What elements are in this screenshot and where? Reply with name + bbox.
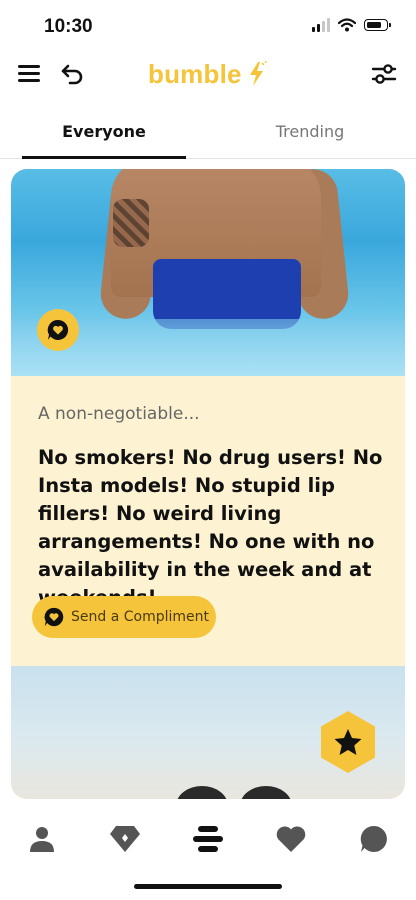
bottom-nav (0, 812, 416, 864)
status-icons (312, 18, 391, 32)
battery-icon (364, 19, 391, 31)
undo-icon[interactable] (60, 62, 86, 86)
status-time: 10:30 (44, 16, 93, 37)
menu-icon[interactable] (18, 63, 42, 85)
prompt-answer: No smokers! No drug users! No Insta mode… (38, 446, 383, 609)
send-compliment-button[interactable]: Send a Compliment (32, 596, 216, 638)
send-compliment-label: Send a Compliment (71, 609, 209, 625)
tab-trending[interactable]: Trending (228, 112, 392, 158)
nav-feed[interactable] (191, 822, 225, 856)
wifi-icon (338, 18, 356, 32)
profile-photo-2[interactable] (11, 666, 405, 799)
feed-icon (193, 826, 223, 852)
bolt-icon (249, 61, 267, 86)
compliment-icon (44, 607, 64, 627)
profile-photo[interactable] (11, 169, 405, 376)
nav-premium[interactable] (108, 822, 142, 856)
profile-icon (30, 827, 54, 852)
nav-chats[interactable] (357, 822, 391, 856)
superswipe-button[interactable] (317, 709, 379, 775)
prompt-section: A non-negotiable... No smokers! No drug … (11, 376, 405, 666)
compliment-badge[interactable] (37, 309, 79, 351)
logo-text: bumble (148, 58, 242, 89)
home-indicator (134, 884, 282, 889)
feed-tabs: Everyone Trending (0, 112, 416, 159)
tab-everyone[interactable]: Everyone (22, 112, 186, 159)
nav-profile[interactable] (25, 822, 59, 856)
compliment-icon (47, 319, 69, 340)
app-header: bumble (0, 52, 416, 104)
diamond-icon (110, 826, 140, 852)
nav-liked-you[interactable] (274, 822, 308, 856)
logo: bumble (148, 58, 267, 90)
cellular-signal-icon (312, 18, 330, 32)
status-bar: 10:30 (0, 0, 416, 52)
prompt-question: A non-negotiable... (38, 404, 200, 424)
profile-card[interactable]: A non-negotiable... No smokers! No drug … (11, 169, 405, 799)
filter-icon[interactable] (370, 60, 398, 88)
heart-icon (276, 826, 306, 852)
chat-icon (360, 825, 387, 852)
